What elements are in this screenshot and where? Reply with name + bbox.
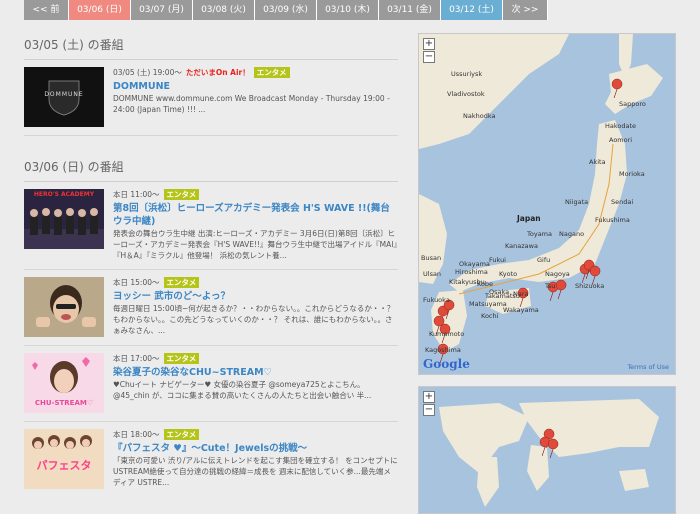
tab-day-0307[interactable]: 03/07 (月) bbox=[131, 0, 193, 20]
face-photo-icon bbox=[24, 277, 104, 337]
list-item: 本日 15:00～ エンタメ ヨッシー 武市のど～よっ？ 毎週日曜日 15:00… bbox=[24, 270, 398, 346]
category-badge: エンタメ bbox=[163, 353, 200, 364]
map-label: Okayama bbox=[459, 260, 490, 268]
thumbnail-chu-stream[interactable]: CHU-STREAM♡ bbox=[24, 353, 104, 413]
thumbnail-yoshii[interactable] bbox=[24, 277, 104, 337]
tab-day-0312[interactable]: 03/12 (土) bbox=[441, 0, 503, 20]
program-time: 本日 15:00～ bbox=[113, 278, 160, 287]
thumbnail-dommune[interactable]: DOMMUNE bbox=[24, 67, 104, 127]
map-label: Morioka bbox=[619, 170, 645, 178]
category-badge: エンタメ bbox=[163, 277, 200, 288]
list-item: パフェスタ 本日 18:00～ エンタメ 『パフェスタ ♥』～Cute！Jewe… bbox=[24, 422, 398, 497]
program-time: 本日 17:00～ bbox=[113, 354, 160, 363]
program-title[interactable]: DOMMUNE bbox=[113, 80, 398, 93]
map-label: Fukushima bbox=[595, 216, 630, 224]
map-zoom-in-button[interactable]: + bbox=[423, 38, 435, 50]
program-title[interactable]: 染谷夏子の染谷なCHU~STREAM♡ bbox=[113, 366, 398, 379]
dommune-logo-text: DOMMUNE bbox=[44, 91, 84, 98]
map-label: Hiroshima bbox=[455, 268, 488, 276]
program-time: 03/05 (土) 19:00～ bbox=[113, 68, 182, 77]
map-label: Kyoto bbox=[499, 270, 518, 278]
next-button[interactable]: 次 >> bbox=[503, 0, 548, 20]
program-time: 本日 11:00～ bbox=[113, 190, 160, 199]
program-description: 毎週日曜日 15:00頃~何が起きるか？・・わからない。。これからどうなるか・・… bbox=[113, 304, 395, 335]
category-badge: エンタメ bbox=[163, 189, 200, 200]
map-label: Shizuoka bbox=[575, 282, 605, 290]
map-label: Kumamoto bbox=[429, 330, 465, 338]
world-map-zoom-in-button[interactable]: + bbox=[423, 391, 435, 403]
map-label: Hakodate bbox=[605, 122, 637, 130]
day-heading-0305: 03/05 (土) の番組 bbox=[24, 36, 398, 60]
thumbnail-parfesta[interactable]: パフェスタ bbox=[24, 429, 104, 489]
map-zoom-out-button[interactable]: − bbox=[423, 51, 435, 63]
map-label: Gifu bbox=[537, 256, 551, 264]
map-label: Kanazawa bbox=[505, 242, 538, 250]
map-label: Sapporo bbox=[619, 100, 646, 108]
map-label: Nakhodka bbox=[463, 112, 496, 120]
list-item: CHU-STREAM♡ 本日 17:00～ エンタメ 染谷夏子の染谷なCHU~S… bbox=[24, 346, 398, 422]
map-label: Niigata bbox=[565, 198, 589, 206]
program-title[interactable]: 『パフェスタ ♥』～Cute！Jewelsの挑戦～ bbox=[113, 442, 398, 455]
tab-day-0309[interactable]: 03/09 (水) bbox=[255, 0, 317, 20]
map-label: Tsu bbox=[545, 282, 556, 290]
program-description: ♥Chuイート ナビゲーター♥ 女優の染谷夏子 @someya725とよこちん。… bbox=[113, 380, 372, 400]
map-label: Ulsan bbox=[423, 270, 442, 278]
map-label: Matsuyama bbox=[469, 300, 507, 308]
map-label: Vladivostok bbox=[447, 90, 485, 98]
category-badge: エンタメ bbox=[163, 429, 200, 440]
thumbnail-heros-academy[interactable]: HERO'S ACADEMY bbox=[24, 189, 104, 249]
terms-of-use-link[interactable]: Terms of Use bbox=[627, 363, 669, 371]
tab-day-0310[interactable]: 03/10 (木) bbox=[317, 0, 379, 20]
program-title[interactable]: 第8回〔浜松〕ヒーローズアカデミー発表会 H'S WAVE !!(舞台ウラ中継) bbox=[113, 202, 398, 228]
tab-day-0306[interactable]: 03/06 (日) bbox=[69, 0, 131, 20]
map-label: Toyama bbox=[527, 230, 552, 238]
on-air-label: ただいまOn Air！ bbox=[185, 68, 250, 77]
japan-map[interactable]: + − Ussuriysk Vladivostok Nakhodka Sappo… bbox=[418, 33, 676, 375]
program-time: 本日 18:00～ bbox=[113, 430, 160, 439]
day-heading-0306: 03/06 (日) の番組 bbox=[24, 158, 398, 182]
map-label: Nagoya bbox=[545, 270, 570, 278]
japan-landmass-icon bbox=[419, 34, 663, 364]
map-label: Fukui bbox=[489, 256, 506, 264]
map-label: Kagoshima bbox=[425, 346, 461, 354]
map-label: Kitakyushu bbox=[449, 278, 485, 286]
map-label: Sendai bbox=[611, 198, 634, 206]
map-label: Takamatsu bbox=[485, 292, 520, 300]
world-map[interactable]: + − bbox=[418, 386, 676, 514]
map-label: Kochi bbox=[481, 312, 499, 320]
map-label: Akita bbox=[589, 158, 606, 166]
chu-stream-logo-text: CHU-STREAM♡ bbox=[34, 399, 94, 407]
list-item: HERO'S ACADEMY 本日 11:00～ エンタメ 第8回〔浜松〕ヒーロ bbox=[24, 182, 398, 270]
program-listing: 03/05 (土) の番組 DOMMUNE 03/05 (土) 19:00～ た… bbox=[24, 20, 398, 514]
group-photo-icon bbox=[24, 208, 104, 249]
world-landmass-icon bbox=[439, 399, 659, 507]
program-title[interactable]: ヨッシー 武市のど～よっ？ bbox=[113, 290, 398, 303]
world-map-zoom-out-button[interactable]: − bbox=[423, 404, 435, 416]
date-tab-bar: << 前 03/06 (日) 03/07 (月) 03/08 (火) 03/09… bbox=[24, 0, 548, 20]
map-label: Ussuriysk bbox=[451, 70, 483, 78]
map-label: Fukuoka bbox=[423, 296, 450, 304]
map-label: Aomori bbox=[609, 136, 633, 144]
map-label: Nagano bbox=[559, 230, 585, 238]
category-badge: エンタメ bbox=[253, 67, 290, 78]
map-label: Japan bbox=[517, 214, 541, 223]
prev-button[interactable]: << 前 bbox=[24, 0, 69, 20]
map-label: Busan bbox=[421, 254, 442, 262]
tab-day-0308[interactable]: 03/08 (火) bbox=[193, 0, 255, 20]
google-logo[interactable]: Google bbox=[423, 357, 470, 371]
parfesta-logo-text: パフェスタ bbox=[36, 459, 92, 472]
list-item: DOMMUNE 03/05 (土) 19:00～ ただいまOn Air！ エンタ… bbox=[24, 60, 398, 136]
map-label: Wakayama bbox=[503, 306, 539, 314]
tab-day-0311[interactable]: 03/11 (金) bbox=[379, 0, 441, 20]
program-description: 発表会の舞台ウラ生中継 出演:ヒーローズ・アカデミー 3月6日(日)第8回〔浜松… bbox=[113, 229, 398, 260]
program-description: DOMMUNE www.dommune.com We Broadcast Mon… bbox=[113, 94, 390, 114]
program-description: 「東京の可愛い 渋り/アルに伝えトレンドを起こす集団を確立する！ をコンセプトに… bbox=[113, 456, 398, 487]
